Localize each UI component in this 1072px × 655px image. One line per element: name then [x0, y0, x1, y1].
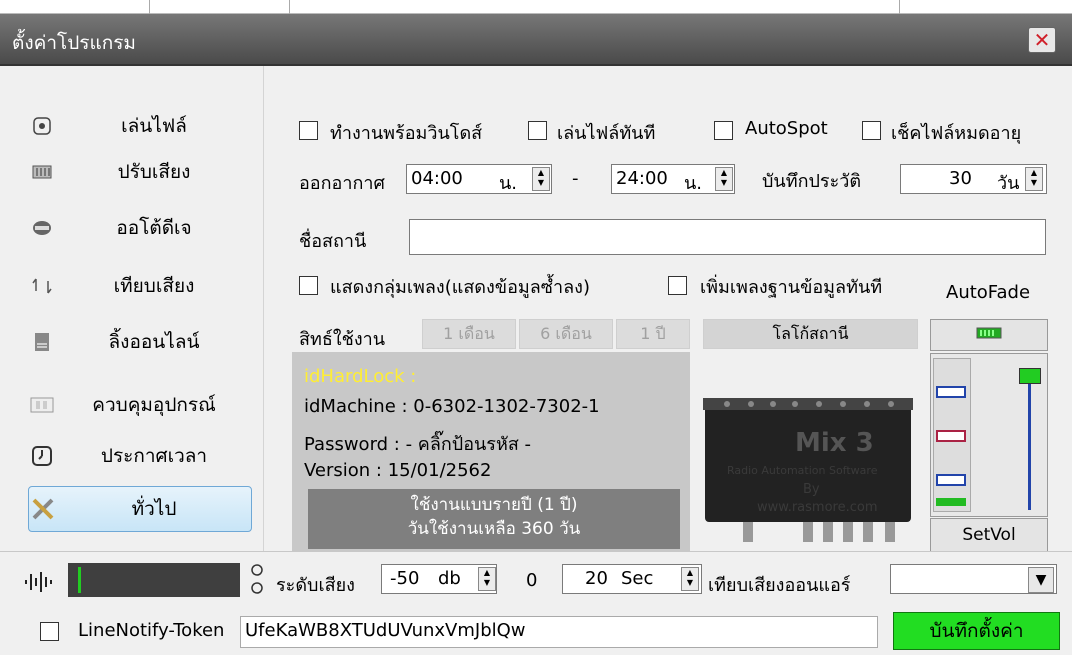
password-text[interactable]: Password : - คลิ๊กป้อนรหัส - [304, 429, 531, 458]
sidebar-item-device-control[interactable]: ควบคุมอุปกรณ์ [28, 382, 252, 428]
machine-id: idMachine : 0-6302-1302-7302-1 [304, 396, 600, 417]
device-icon [28, 391, 56, 419]
line-notify-token-input[interactable]: UfeKaWB8XTUdUVunxVmJblQw [240, 616, 878, 648]
sidebar-item-compare-sound[interactable]: เทียบเสียง [28, 263, 252, 309]
line-notify-label: LineNotify-Token [78, 620, 225, 641]
close-icon[interactable]: ✕ [1028, 27, 1056, 53]
tools-icon [29, 495, 57, 523]
clock-icon [28, 442, 56, 470]
level-zero: 0 [526, 570, 538, 591]
sidebar-item-general[interactable]: ทั่วไป [28, 486, 252, 532]
channel-3-indicator[interactable] [936, 474, 966, 486]
sound-level-label: ระดับเสียง [276, 575, 355, 596]
compare-onair-label: เทียบเสียงออนแอร์ [708, 575, 851, 596]
run-with-windows-checkbox[interactable] [299, 121, 318, 140]
start-time-spinner[interactable]: ▲ ▼ [532, 167, 550, 191]
logo-by: By [803, 482, 820, 497]
sidebar-item-time-announce[interactable]: ประกาศเวลา [28, 433, 252, 479]
version-text: Version : 15/01/2562 [304, 460, 492, 481]
show-song-group-checkbox[interactable] [299, 276, 318, 295]
license-label: สิทธ์ใช้งาน [299, 329, 386, 350]
level-meter [68, 563, 240, 597]
waveform-icon [22, 570, 62, 598]
check-expired-label: เช็คไฟล์หมดอายุ [891, 123, 1022, 144]
volume-slider-thumb[interactable] [1019, 368, 1041, 384]
dj-icon [28, 214, 56, 242]
logo-url: www.rasmore.com [757, 500, 878, 515]
channel-4-indicator[interactable] [936, 498, 966, 506]
channel-2-indicator[interactable] [936, 430, 966, 442]
onair-label: ออกอากาศ [299, 173, 385, 194]
sidebar-item-auto-dj[interactable]: ออโต้ดีเจ [28, 205, 252, 251]
channel-1-indicator[interactable] [936, 386, 966, 398]
license-info-panel: idHardLock : idMachine : 0-6302-1302-730… [292, 352, 690, 552]
check-expired-checkbox[interactable] [862, 121, 881, 140]
autospot-label: AutoSpot [745, 118, 828, 139]
sync-icon [28, 272, 56, 300]
sidebar-item-online-link[interactable]: ลิ้งออนไลน์ [28, 319, 252, 365]
tab-6-months[interactable]: 6 เดือน [519, 319, 613, 349]
circles-icon[interactable] [250, 562, 264, 600]
line-notify-checkbox[interactable] [40, 622, 59, 641]
station-logo-label: โลโก้สถานี [703, 319, 918, 349]
log-history-label: บันทึกประวัติ [762, 171, 862, 192]
speaker-icon [28, 112, 56, 140]
level-meter-bar [78, 567, 81, 593]
equalizer-icon [28, 158, 56, 186]
play-instantly-checkbox[interactable] [528, 121, 547, 140]
usage-status: ใช้งานแบบรายปี (1 ปี) วันใช้งานเหลือ 360… [308, 489, 680, 549]
play-instantly-label: เล่นไฟล์ทันที [557, 123, 656, 144]
add-songs-db-checkbox[interactable] [668, 276, 687, 295]
logo-subtitle: Radio Automation Software [727, 464, 878, 477]
volume-slider-track[interactable] [1028, 368, 1031, 510]
window-title: ตั้งค่าโปรแกรม [12, 32, 136, 54]
tab-1-year[interactable]: 1 ปี [616, 319, 690, 349]
show-song-group-label: แสดงกลุ่มเพลง(แสดงข้อมูลซ้ำลง) [330, 277, 590, 298]
hardlock-id: idHardLock : [304, 366, 417, 387]
sidebar: เล่นไฟล์ ปรับเสียง ออโต้ดีเจ เทียบเสียง … [0, 66, 264, 551]
background-window-strip [0, 0, 1072, 14]
tab-1-month[interactable]: 1 เดือน [422, 319, 516, 349]
autofade-label: AutoFade [946, 282, 1031, 303]
chevron-down-icon[interactable]: ▼ [1028, 567, 1054, 593]
autofade-button[interactable] [930, 319, 1048, 351]
station-logo-image[interactable]: Mix 3 Radio Automation Software By www.r… [703, 380, 923, 550]
run-with-windows-label: ทำงานพร้อมวินโดส์ [330, 123, 483, 144]
time-range-dash: - [572, 168, 579, 189]
seconds-spinner[interactable]: ▲ ▼ [681, 567, 699, 591]
online-link-icon [28, 328, 56, 356]
sidebar-item-adjust-sound[interactable]: ปรับเสียง [28, 149, 252, 195]
sidebar-item-play-file[interactable]: เล่นไฟล์ [28, 103, 252, 149]
volume-panel [930, 353, 1048, 517]
autospot-checkbox[interactable] [714, 121, 733, 140]
setvol-button[interactable]: SetVol [930, 518, 1048, 552]
station-name-input[interactable] [409, 219, 1046, 255]
level-db-spinner[interactable]: ▲ ▼ [478, 567, 496, 591]
title-bar: ตั้งค่าโปรแกรม ✕ [0, 14, 1072, 66]
add-songs-db-label: เพิ่มเพลงฐานข้อมูลทันที [700, 277, 883, 298]
station-name-label: ชื่อสถานี [299, 231, 367, 252]
meter-icon [975, 325, 1003, 345]
end-time-spinner[interactable]: ▲ ▼ [715, 167, 733, 191]
logo-brand: Mix 3 [795, 428, 874, 458]
save-settings-button[interactable]: บันทึกตั้งค่า [893, 612, 1060, 650]
start-time-field[interactable]: 04:00 น. [406, 164, 552, 194]
log-days-spinner[interactable]: ▲ ▼ [1025, 167, 1043, 191]
